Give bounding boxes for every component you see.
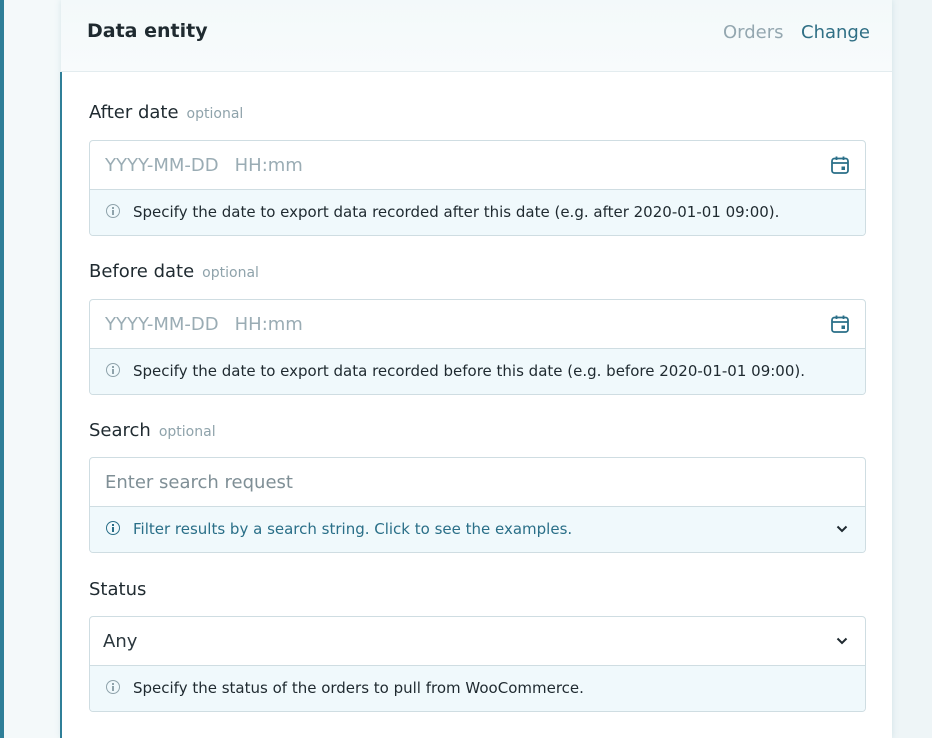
before-date-label-text: Before date [89, 261, 195, 282]
settings-card: Data entity Orders Change After date opti… [61, 0, 892, 738]
after-date-help: Specify the date to export data recorded… [90, 190, 865, 235]
after-date-help-text: Specify the date to export data recorded… [133, 203, 780, 221]
after-date-placeholder-time: HH:mm [234, 155, 303, 176]
info-icon [106, 204, 120, 218]
after-date-label-text: After date [89, 102, 179, 123]
change-entity-link[interactable]: Change [801, 22, 870, 43]
calendar-icon[interactable] [830, 314, 850, 334]
data-entity-title: Data entity [87, 20, 208, 42]
before-date-placeholder-time: HH:mm [234, 314, 303, 335]
after-date-placeholder-date: YYYY-MM-DD [105, 155, 219, 176]
after-date-placeholder: YYYY-MM-DD HH:mm [105, 155, 303, 176]
status-label: Status [89, 579, 146, 600]
data-entity-value: Orders [723, 22, 784, 43]
status-field: Any Specify the status of the orders to … [89, 616, 866, 712]
before-date-optional: optional [202, 265, 259, 281]
before-date-input[interactable]: YYYY-MM-DD HH:mm [90, 300, 865, 349]
status-label-text: Status [89, 579, 147, 600]
left-gutter [4, 0, 61, 738]
data-entity-header: Data entity Orders Change [61, 0, 892, 72]
after-date-label: After date optional [89, 102, 243, 123]
before-date-help: Specify the date to export data recorded… [90, 349, 865, 394]
search-label-text: Search [89, 420, 151, 441]
status-help: Specify the status of the orders to pull… [90, 666, 865, 711]
info-icon [106, 521, 120, 535]
after-date-optional: optional [186, 106, 244, 122]
chevron-down-icon[interactable] [836, 525, 848, 533]
before-date-placeholder-date: YYYY-MM-DD [105, 314, 219, 335]
card-accent-border [60, 72, 62, 738]
info-icon [106, 680, 120, 694]
calendar-icon[interactable] [830, 155, 850, 175]
search-input[interactable]: Enter search request [90, 458, 865, 507]
search-optional: optional [158, 424, 216, 440]
chevron-down-icon[interactable] [836, 637, 848, 645]
before-date-field: YYYY-MM-DD HH:mm Specify the date to expo… [89, 299, 866, 395]
search-field: Enter search request Filter results by a… [89, 457, 866, 553]
before-date-help-text: Specify the date to export data recorded… [133, 362, 806, 380]
after-date-input[interactable]: YYYY-MM-DD HH:mm [90, 141, 865, 190]
search-placeholder: Enter search request [105, 472, 293, 493]
status-selected-value: Any [103, 631, 138, 652]
after-date-field: YYYY-MM-DD HH:mm Specify the date to expo… [89, 140, 866, 236]
search-examples-toggle[interactable]: Filter results by a search string. Click… [90, 507, 865, 552]
before-date-placeholder: YYYY-MM-DD HH:mm [105, 314, 303, 335]
status-help-text: Specify the status of the orders to pull… [133, 679, 584, 697]
status-select[interactable]: Any [90, 617, 865, 666]
before-date-label: Before date optional [89, 261, 259, 282]
search-label: Search optional [89, 420, 216, 441]
info-icon [106, 363, 120, 377]
search-help-text[interactable]: Filter results by a search string. Click… [133, 520, 572, 538]
